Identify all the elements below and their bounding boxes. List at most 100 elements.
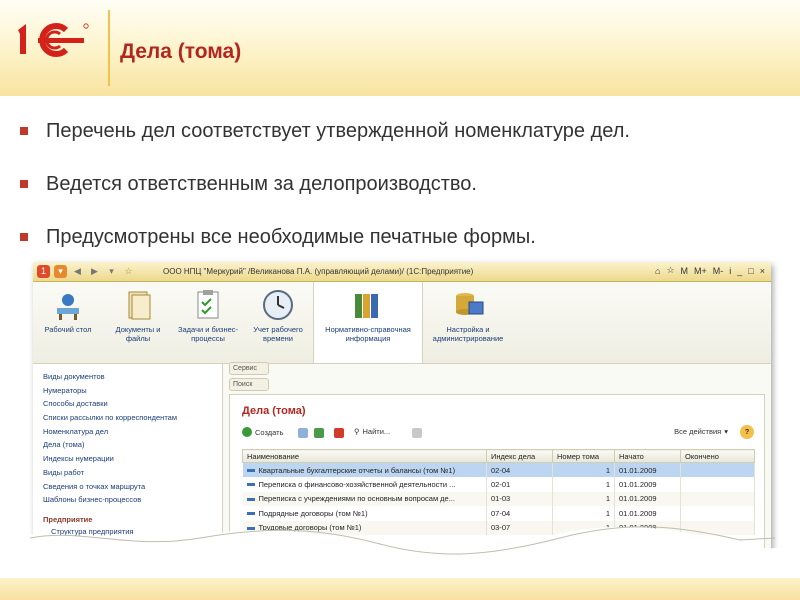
- nav-item[interactable]: Нумераторы: [43, 384, 222, 398]
- column-header[interactable]: Номер тома: [552, 449, 615, 463]
- bullet-item: Перечень дел соответствует утвержденной …: [20, 118, 630, 171]
- clock-icon: [261, 288, 295, 322]
- delete-icon[interactable]: [334, 428, 344, 438]
- bullet-item: Ведется ответственным за делопроизводств…: [20, 171, 630, 224]
- header-divider: [108, 10, 110, 86]
- section-panel: Рабочий стол Документы и файлы Задачи и …: [33, 282, 771, 364]
- cell-index: 02-01: [486, 477, 553, 492]
- section-documents[interactable]: Документы и файлы: [103, 282, 173, 363]
- column-header[interactable]: Наименование: [242, 449, 487, 463]
- section-reference[interactable]: Нормативно-справочная информация: [313, 282, 423, 363]
- section-label: Рабочий стол: [44, 325, 92, 334]
- app-logo-icon[interactable]: 1: [37, 265, 50, 278]
- bullet-text: Перечень дел соответствует утвержденной …: [46, 120, 630, 142]
- cell-text: Переписка о финансово-хозяйственной деят…: [258, 479, 456, 489]
- column-header[interactable]: Индекс дела: [486, 449, 553, 463]
- nav-item[interactable]: Виды документов: [43, 370, 222, 384]
- section-desktop[interactable]: Рабочий стол: [33, 282, 103, 363]
- find-button[interactable]: ⚲ Найти...: [354, 427, 390, 436]
- window-button[interactable]: M-: [713, 266, 724, 276]
- cell-ended: [680, 477, 755, 492]
- cell-name: Квартальные бухгалтерские отчеты и балан…: [242, 462, 487, 477]
- section-time[interactable]: Учет рабочего времени: [243, 282, 313, 363]
- home-icon[interactable]: ⌂: [655, 266, 660, 276]
- star-icon[interactable]: ☆: [666, 265, 674, 276]
- bullet-text: Предусмотрены все необходимые печатные ф…: [46, 226, 536, 248]
- section-label: Нормативно-справочная информация: [325, 325, 411, 343]
- cell-ended: [680, 462, 755, 477]
- cell-name: Переписка о финансово-хозяйственной деят…: [242, 477, 487, 492]
- table-row[interactable]: Переписка о финансово-хозяйственной деят…: [242, 477, 755, 492]
- window-button[interactable]: M+: [694, 266, 707, 276]
- nav-item[interactable]: Виды работ: [43, 466, 222, 480]
- cell-volume: 1: [552, 477, 615, 492]
- bullet-marker: [20, 180, 28, 188]
- bullet-marker: [20, 233, 28, 241]
- search-icon: ⚲: [354, 427, 360, 436]
- info-icon[interactable]: i: [729, 266, 731, 276]
- table-row-selected[interactable]: Квартальные бухгалтерские отчеты и балан…: [242, 462, 755, 477]
- form-title: Дела (тома): [242, 405, 306, 417]
- create-label: Создать: [255, 427, 284, 437]
- minimize-button[interactable]: _: [737, 266, 742, 276]
- all-actions-label: Все действия: [674, 427, 722, 436]
- chevron-down-icon: ▾: [724, 427, 728, 436]
- help-icon[interactable]: ?: [740, 425, 754, 439]
- folders-icon: [351, 288, 385, 322]
- row-icon: [246, 483, 255, 487]
- bullet-list: Перечень дел соответствует утвержденной …: [20, 118, 630, 277]
- 1c-logo: [14, 20, 92, 60]
- slide-header: Дела (тома): [0, 0, 800, 96]
- window-button[interactable]: M: [681, 266, 689, 276]
- bullet-marker: [20, 127, 28, 135]
- table-header: Наименование Индекс дела Номер тома Нача…: [242, 449, 755, 463]
- column-header[interactable]: Начато: [614, 449, 681, 463]
- create-button[interactable]: Создать: [242, 427, 284, 437]
- column-header[interactable]: Окончено: [680, 449, 755, 463]
- bullet-text: Ведется ответственным за делопроизводств…: [46, 173, 477, 195]
- section-settings[interactable]: Настройка и администрирование: [423, 282, 513, 363]
- nav-item[interactable]: Сведения о точках маршрута: [43, 480, 222, 494]
- cell-volume: 1: [552, 462, 615, 477]
- section-label: Настройка и администрирование: [432, 325, 504, 343]
- section-label: Документы и файлы: [115, 325, 161, 343]
- desk-icon: [51, 288, 85, 322]
- nav-item-active[interactable]: Дела (тома): [43, 438, 222, 452]
- section-label: Учет рабочего времени: [253, 325, 303, 343]
- favorites-icon[interactable]: ☆: [122, 265, 135, 278]
- nav-item[interactable]: Списки рассылки по корреспондентам: [43, 411, 222, 425]
- history-icon[interactable]: ▾: [105, 265, 118, 278]
- cancel-search-icon[interactable]: [412, 428, 422, 438]
- window-titlebar: 1 ▾ ◀ ▶ ▾ ☆ ООО НПЦ "Меркурий" /Великано…: [33, 262, 771, 282]
- cell-started: 01.01.2009: [614, 462, 681, 477]
- window-title: ООО НПЦ "Меркурий" /Великанова П.А. (упр…: [163, 267, 474, 276]
- nav-item[interactable]: Способы доставки: [43, 397, 222, 411]
- maximize-button[interactable]: □: [748, 266, 753, 276]
- cell-index: 02-04: [486, 462, 553, 477]
- documents-icon: [121, 288, 155, 322]
- nav-item[interactable]: Индексы нумерации: [43, 452, 222, 466]
- torn-edge: [0, 526, 800, 600]
- forward-icon[interactable]: ▶: [88, 265, 101, 278]
- form-toolbar: Создать ⚲ Найти... Все действия ▾ ?: [242, 425, 754, 441]
- service-button[interactable]: Сервис: [229, 362, 269, 375]
- section-tasks[interactable]: Задачи и бизнес-процессы: [173, 282, 243, 363]
- menu-icon[interactable]: ▾: [54, 265, 67, 278]
- nav-item[interactable]: Номенклатура дел: [43, 425, 222, 439]
- row-icon: [246, 469, 255, 473]
- all-actions-button[interactable]: Все действия ▾: [674, 427, 728, 436]
- cell-text: Квартальные бухгалтерские отчеты и балан…: [258, 465, 456, 475]
- slide-title: Дела (тома): [120, 40, 242, 63]
- cell-started: 01.01.2009: [614, 477, 681, 492]
- tasks-icon: [191, 288, 225, 322]
- service-panel: Сервис Поиск: [229, 362, 269, 394]
- find-label: Найти...: [362, 427, 391, 436]
- edit-icon[interactable]: [314, 428, 324, 438]
- back-icon[interactable]: ◀: [71, 265, 84, 278]
- copy-icon[interactable]: [298, 428, 308, 438]
- section-label: Задачи и бизнес-процессы: [177, 325, 239, 343]
- search-button[interactable]: Поиск: [229, 378, 269, 391]
- close-button[interactable]: ×: [760, 266, 765, 276]
- add-icon: [242, 427, 252, 437]
- settings-icon: [451, 288, 485, 322]
